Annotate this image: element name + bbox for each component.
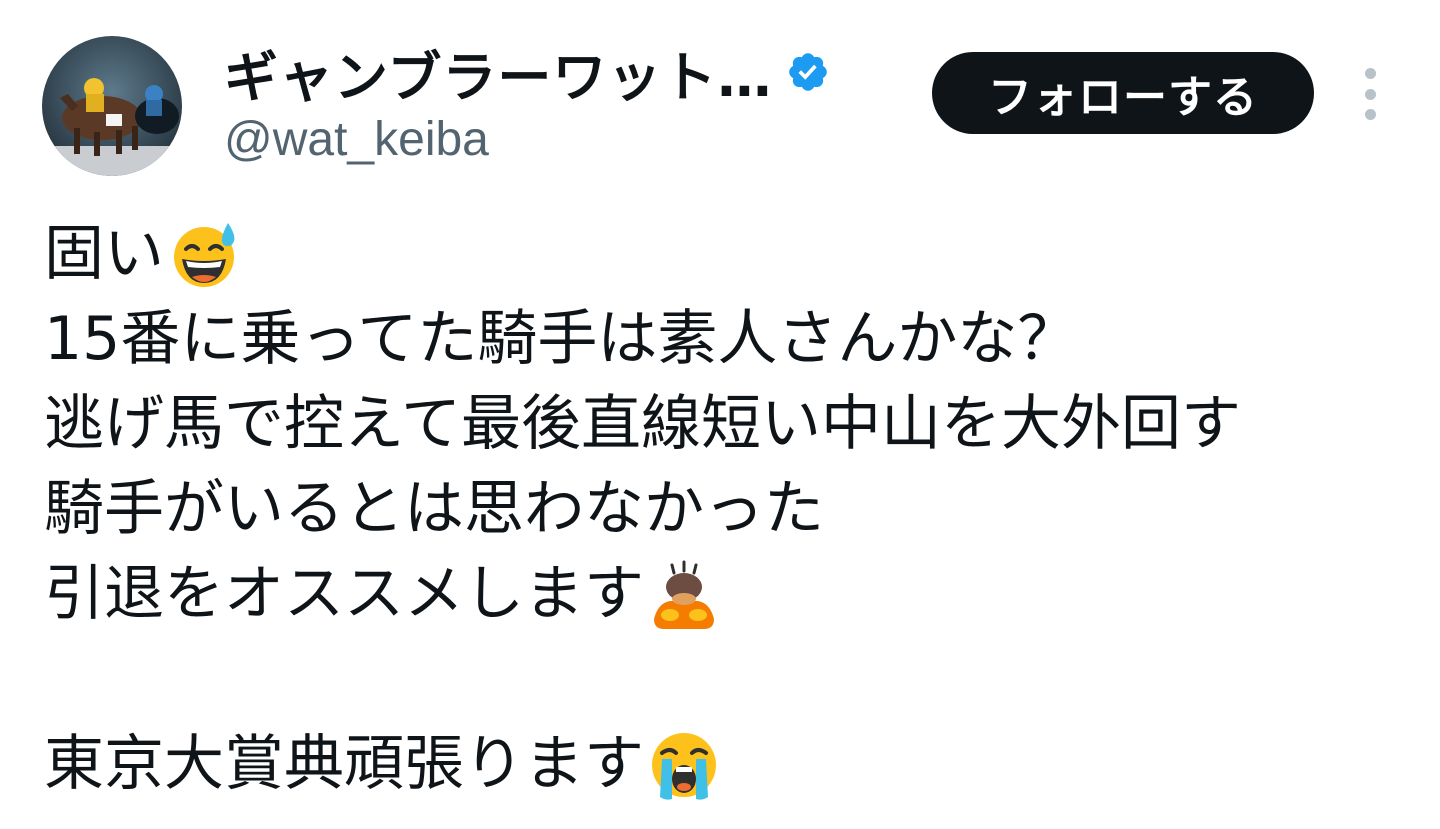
tweet-line-text: 15番に乗ってた騎手は素人さんかな？ bbox=[44, 304, 1078, 374]
loudly-crying-emoji bbox=[648, 729, 720, 801]
tweet-line: 固い bbox=[44, 212, 1424, 297]
tweet-line-text: 引退をオススメします bbox=[44, 559, 644, 629]
tweet-line-text: 逃げ馬で控えて最後直線短い中山を大外回す bbox=[44, 389, 1241, 459]
display-name-row[interactable]: ギャンブラーワット… bbox=[224, 40, 830, 109]
more-dot bbox=[1364, 109, 1376, 120]
tweet-line: 引退をオススメします bbox=[44, 552, 1424, 637]
tweet-line: 15番に乗ってた騎手は素人さんかな？ bbox=[44, 297, 1424, 382]
verified-badge-icon[interactable] bbox=[786, 50, 830, 94]
tweet-line-text: 騎手がいるとは思わなかった bbox=[44, 474, 824, 544]
avatar[interactable] bbox=[42, 36, 182, 176]
tweet-line-text: 固い bbox=[44, 219, 164, 289]
more-dot bbox=[1364, 88, 1376, 100]
tweet-line: 逃げ馬で控えて最後直線短い中山を大外回す bbox=[44, 382, 1424, 467]
tweet-line-text: 東京大賞典頑張ります bbox=[44, 729, 644, 799]
racehorse-avatar-image bbox=[42, 36, 182, 176]
person-bowing-emoji bbox=[648, 559, 720, 631]
grinning-sweat-emoji bbox=[168, 219, 240, 291]
user-handle[interactable]: @wat_keiba bbox=[224, 112, 489, 167]
follow-button[interactable]: フォローする bbox=[932, 52, 1314, 134]
more-dot bbox=[1364, 68, 1376, 79]
tweet-line: 東京大賞典頑張ります bbox=[44, 722, 1424, 807]
tweet-line: 騎手がいるとは思わなかった bbox=[44, 467, 1424, 552]
more-vertical-icon[interactable] bbox=[1352, 68, 1388, 120]
display-name[interactable]: ギャンブラーワット… bbox=[224, 33, 772, 112]
tweet-body: 固い 15番に乗ってた騎手は素人さんかな？ 逃げ馬で控えて最後直線短い中山を大外… bbox=[44, 212, 1424, 807]
